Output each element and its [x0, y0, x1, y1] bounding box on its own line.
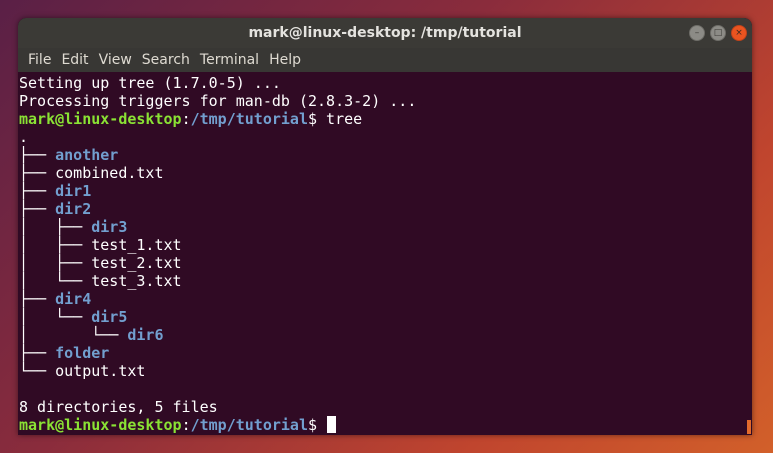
menu-view[interactable]: View [94, 48, 137, 72]
prompt-separator: : [181, 110, 191, 128]
tree-branch: │ └── [19, 326, 128, 344]
tree-entry: ├── combined.txt [19, 164, 416, 182]
menu-bar: File Edit View Search Terminal Help [18, 48, 752, 72]
tree-directory-name: dir4 [55, 290, 92, 308]
tree-branch: ├── [19, 290, 56, 308]
tree-entry: ├── another [19, 146, 416, 164]
tree-entry: ├── folder [19, 344, 416, 362]
tree-branch: ├── [19, 200, 56, 218]
tree-branch: │ └── [19, 308, 92, 326]
menu-file[interactable]: File [23, 48, 56, 72]
tree-entry: ├── dir4 [19, 290, 416, 308]
tree-root-dot: . [19, 128, 29, 146]
menu-edit[interactable]: Edit [56, 48, 93, 72]
tree-branch: │ ├── [19, 254, 92, 272]
scrollbar-thumb[interactable] [747, 420, 751, 434]
tree-file-name: output.txt [55, 362, 146, 380]
tree-directory-name: dir5 [91, 308, 128, 326]
tree-file-name: test_1.txt [91, 236, 182, 254]
output-line: Setting up tree (1.7.0-5) ... [19, 74, 416, 92]
tree-directory-name: dir3 [91, 218, 128, 236]
window-title: mark@linux-desktop: /tmp/tutorial [248, 25, 522, 41]
tree-entry: ├── dir2 [19, 200, 416, 218]
tree-entry: │ ├── test_1.txt [19, 236, 416, 254]
tree-branch: │ ├── [19, 236, 92, 254]
prompt-path: /tmp/tutorial [190, 110, 308, 128]
tree-branch: │ └── [19, 272, 92, 290]
minimize-button[interactable]: – [689, 25, 705, 41]
tree-file-name: test_2.txt [91, 254, 182, 272]
tree-branch: │ ├── [19, 218, 92, 236]
summary-line: 8 directories, 5 files [19, 398, 416, 416]
prompt-separator: : [181, 416, 191, 434]
tree-branch: ├── [19, 146, 56, 164]
prompt-end: $ [308, 110, 318, 128]
tree-summary: 8 directories, 5 files [19, 398, 218, 416]
prompt-end: $ [308, 416, 318, 434]
prompt-user: mark@linux-desktop [19, 416, 182, 434]
terminal-output[interactable]: Setting up tree (1.7.0-5) ... Processing… [18, 73, 752, 435]
tree-directory-name: dir2 [55, 200, 92, 218]
terminal-window: mark@linux-desktop: /tmp/tutorial – □ × … [18, 18, 752, 435]
tree-entry: │ ├── test_2.txt [19, 254, 416, 272]
tree-branch: ├── [19, 344, 56, 362]
tree-file-name: test_3.txt [91, 272, 182, 290]
tree-entry: │ └── dir5 [19, 308, 416, 326]
tree-directory-name: dir1 [55, 182, 92, 200]
menu-search[interactable]: Search [137, 48, 195, 72]
tree-directory-name: dir6 [127, 326, 164, 344]
tree-root: . [19, 128, 416, 146]
tree-entry: ├── dir1 [19, 182, 416, 200]
output-line: Processing triggers for man-db (2.8.3-2)… [19, 92, 416, 110]
tree-file-name: combined.txt [55, 164, 164, 182]
tree-entry: │ ├── dir3 [19, 218, 416, 236]
tree-branch: ├── [19, 182, 56, 200]
tree-branch: ├── [19, 164, 56, 182]
tree-entry: │ └── test_3.txt [19, 272, 416, 290]
title-bar[interactable]: mark@linux-desktop: /tmp/tutorial – □ × [18, 18, 752, 48]
tree-directory-name: folder [55, 344, 110, 362]
prompt-line: mark@linux-desktop:/tmp/tutorial$ tree [19, 110, 416, 128]
command-text: tree [317, 110, 363, 128]
close-button[interactable]: × [731, 25, 747, 41]
menu-terminal[interactable]: Terminal [195, 48, 264, 72]
prompt-user: mark@linux-desktop [19, 110, 182, 128]
menu-help[interactable]: Help [264, 48, 306, 72]
tree-directory-name: another [55, 146, 119, 164]
prompt-line: mark@linux-desktop:/tmp/tutorial$ [19, 416, 416, 434]
tree-branch: └── [19, 362, 56, 380]
text-cursor [327, 416, 337, 433]
output-text: Setting up tree (1.7.0-5) ... [19, 74, 281, 92]
maximize-button[interactable]: □ [710, 25, 726, 41]
prompt-path: /tmp/tutorial [190, 416, 308, 434]
command-input[interactable] [317, 416, 326, 434]
tree-entry: │ └── dir6 [19, 326, 416, 344]
tree-entry: └── output.txt [19, 362, 416, 380]
output-text: Processing triggers for man-db (2.8.3-2)… [19, 92, 417, 110]
